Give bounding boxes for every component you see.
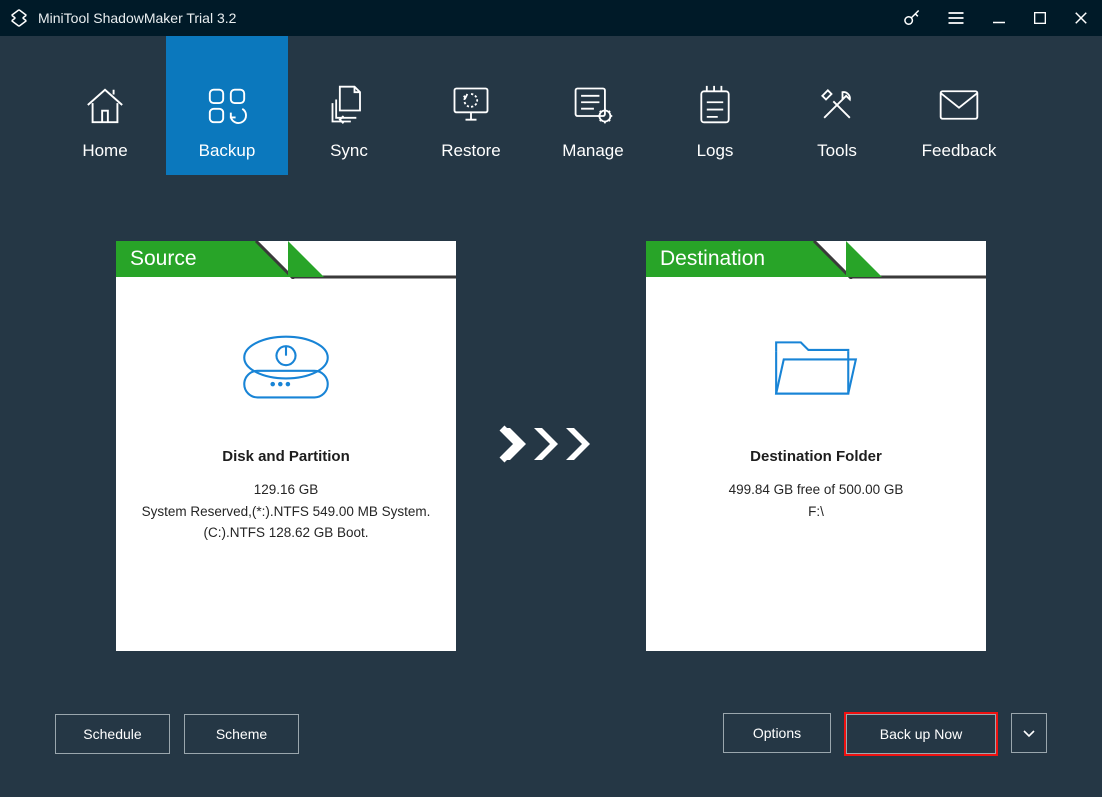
source-tab-label: Source <box>130 247 197 271</box>
backup-now-button[interactable]: Back up Now <box>846 714 996 754</box>
backup-now-group: Back up Now <box>845 713 997 755</box>
title-left: MiniTool ShadowMaker Trial 3.2 <box>8 7 236 29</box>
footer-buttons: Schedule Scheme Options Back up Now <box>55 713 1047 755</box>
content-area: Source <box>0 175 1102 797</box>
nav-manage[interactable]: Manage <box>532 36 654 175</box>
minimize-icon[interactable] <box>990 9 1008 27</box>
destination-card[interactable]: Destination Destination Folder 499 <box>646 241 986 651</box>
schedule-button[interactable]: Schedule <box>55 714 170 754</box>
nav-tools[interactable]: Tools <box>776 36 898 175</box>
maximize-icon[interactable] <box>1032 10 1048 26</box>
arrows-divider <box>496 241 606 651</box>
titlebar: MiniTool ShadowMaker Trial 3.2 <box>0 0 1102 36</box>
nav-label: Feedback <box>922 141 997 161</box>
backup-now-dropdown[interactable] <box>1011 713 1047 753</box>
nav-label: Home <box>82 141 127 161</box>
destination-title: Destination Folder <box>750 448 882 465</box>
home-icon <box>82 83 128 127</box>
nav-label: Manage <box>562 141 623 161</box>
app-window: MiniTool ShadowMaker Trial 3.2 <box>0 0 1102 797</box>
scheme-button[interactable]: Scheme <box>184 714 299 754</box>
source-title: Disk and Partition <box>222 448 350 465</box>
nav-logs[interactable]: Logs <box>654 36 776 175</box>
nav-label: Sync <box>330 141 368 161</box>
disk-icon <box>238 331 334 410</box>
nav-label: Logs <box>697 141 734 161</box>
folder-icon <box>768 331 864 410</box>
backup-now-label: Back up Now <box>880 726 962 742</box>
source-card[interactable]: Source <box>116 241 456 651</box>
nav-restore[interactable]: Restore <box>410 36 532 175</box>
nav-backup[interactable]: Backup <box>166 36 288 175</box>
source-details-1: System Reserved,(*:).NTFS 549.00 MB Syst… <box>122 501 451 523</box>
backup-icon <box>204 83 250 127</box>
app-logo-icon <box>8 7 30 29</box>
destination-path: F:\ <box>788 501 844 523</box>
source-details-2: (C:).NTFS 128.62 GB Boot. <box>183 522 388 544</box>
nav-home[interactable]: Home <box>44 36 166 175</box>
feedback-icon <box>937 83 981 127</box>
destination-free: 499.84 GB free of 500.00 GB <box>709 479 924 501</box>
options-label: Options <box>753 725 801 741</box>
sync-icon <box>327 83 371 127</box>
caret-down-icon <box>1023 725 1035 741</box>
nav-sync[interactable]: Sync <box>288 36 410 175</box>
key-icon[interactable] <box>902 8 922 28</box>
destination-tab-label: Destination <box>660 247 765 271</box>
source-size: 129.16 GB <box>234 479 339 501</box>
nav-label: Restore <box>441 141 501 161</box>
menu-icon[interactable] <box>946 8 966 28</box>
tools-icon <box>815 83 859 127</box>
nav-label: Tools <box>817 141 857 161</box>
manage-icon <box>570 83 616 127</box>
schedule-label: Schedule <box>83 726 141 742</box>
nav-label: Backup <box>199 141 256 161</box>
title-controls <box>902 8 1090 28</box>
options-button[interactable]: Options <box>723 713 831 753</box>
restore-icon <box>447 83 495 127</box>
scheme-label: Scheme <box>216 726 267 742</box>
chevrons-right-icon <box>496 424 606 469</box>
close-icon[interactable] <box>1072 9 1090 27</box>
cards-row: Source <box>9 241 1093 651</box>
app-title: MiniTool ShadowMaker Trial 3.2 <box>38 10 236 26</box>
logs-icon <box>694 83 736 127</box>
navbar: Home Backup Sync <box>0 36 1102 175</box>
nav-feedback[interactable]: Feedback <box>898 36 1020 175</box>
